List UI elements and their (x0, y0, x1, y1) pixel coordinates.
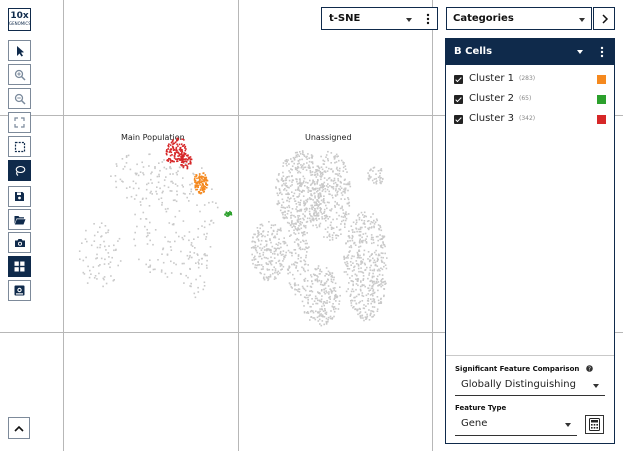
cluster-checkbox[interactable] (454, 95, 463, 104)
zoom-in-icon (14, 69, 26, 81)
screenshot-button[interactable] (8, 232, 31, 253)
select-tool-button[interactable] (8, 40, 31, 61)
feature-comparison-label: Significant Feature Comparison (455, 365, 580, 373)
main-population-label: Main Population (121, 133, 185, 142)
lasso-icon (15, 165, 25, 176)
svg-text:?: ? (588, 367, 591, 372)
calculator-icon (589, 418, 600, 431)
chevron-right-icon (602, 14, 609, 24)
logo-text: 10x (10, 11, 29, 21)
cluster-count: (65) (519, 95, 532, 102)
cluster-row[interactable]: Cluster 1 (283) (454, 73, 606, 87)
main-population-points (110, 153, 171, 200)
next-category-button[interactable] (593, 7, 615, 30)
cluster-color-swatch[interactable] (597, 95, 606, 104)
feature-type-dropdown[interactable]: Gene (455, 413, 577, 436)
main-population-points (78, 222, 122, 288)
feature-type-value: Gene (461, 418, 488, 429)
cluster-color-swatch[interactable] (597, 75, 606, 84)
zoom-in-button[interactable] (8, 64, 31, 85)
unassigned-points (250, 221, 287, 282)
cluster-1-points (193, 172, 209, 195)
feature-comparison-dropdown[interactable]: Globally Distinguishing (455, 375, 605, 396)
box-select-icon (14, 141, 25, 152)
unassigned-points (300, 265, 341, 327)
more-vertical-icon[interactable] (600, 46, 604, 58)
cluster-checkbox[interactable] (454, 115, 463, 124)
more-vertical-icon[interactable] (426, 13, 430, 25)
export-image-icon (14, 285, 25, 296)
unassigned-points (367, 166, 384, 185)
grid-line (432, 0, 433, 451)
export-image-button[interactable] (8, 280, 31, 301)
feature-comparison-value: Globally Distinguishing (461, 379, 576, 390)
category-panel: B Cells Cluster 1 (283) Cluster 2 (65) C… (445, 38, 615, 444)
app-logo: 10x GENOMICS (8, 8, 31, 31)
zoom-out-icon (14, 93, 26, 105)
main-population-points (133, 161, 219, 278)
projection-select-value: t-SNE (329, 13, 361, 24)
cluster-row[interactable]: Cluster 3 (342) (454, 113, 606, 127)
camera-icon (14, 238, 25, 247)
grid-line (63, 0, 64, 451)
help-icon[interactable]: ? (586, 365, 593, 372)
save-icon (15, 192, 24, 201)
cluster-name: Cluster 3 (469, 113, 515, 124)
chevron-down-icon (593, 384, 599, 388)
chevron-down-icon (579, 18, 585, 22)
zoom-out-button[interactable] (8, 88, 31, 109)
chevron-down-icon (565, 423, 571, 427)
feature-type-label: Feature Type (455, 404, 507, 412)
lasso-tool-button[interactable] (8, 160, 31, 181)
open-folder-button[interactable] (8, 209, 31, 230)
cluster-color-swatch[interactable] (597, 115, 606, 124)
grid-layout-icon (14, 261, 25, 272)
category-select-value: Categories (453, 13, 514, 24)
unassigned-label: Unassigned (305, 133, 352, 142)
projection-select[interactable]: t-SNE (321, 7, 438, 30)
cluster-row[interactable]: Cluster 2 (65) (454, 93, 606, 107)
category-panel-header: B Cells (446, 39, 614, 65)
grid-line (238, 0, 239, 451)
unassigned-points (310, 150, 352, 241)
cluster-name: Cluster 2 (469, 93, 515, 104)
fit-to-screen-icon (14, 117, 25, 128)
cluster-count: (283) (519, 75, 536, 82)
category-select[interactable]: Categories (446, 7, 592, 30)
category-panel-title: B Cells (454, 46, 493, 57)
arrow-pointer-icon (16, 45, 24, 56)
save-button[interactable] (8, 186, 31, 207)
calculator-button[interactable] (585, 415, 604, 434)
cluster-checkbox[interactable] (454, 75, 463, 84)
cluster-3-points (180, 152, 193, 170)
unassigned-points (275, 150, 326, 232)
fit-to-screen-button[interactable] (8, 112, 31, 133)
unassigned-points (285, 218, 310, 296)
main-population-points (181, 242, 208, 299)
chevron-down-icon (406, 18, 412, 22)
cluster-name: Cluster 1 (469, 73, 515, 84)
unassigned-points (343, 211, 388, 322)
layout-button[interactable] (8, 256, 31, 277)
cluster-2-points (224, 210, 233, 217)
box-select-button[interactable] (8, 136, 31, 157)
chevron-up-icon (14, 425, 24, 432)
logo-subtext: GENOMICS (9, 21, 31, 26)
cluster-count: (342) (519, 115, 536, 122)
panel-divider (446, 355, 614, 356)
chevron-down-icon[interactable] (577, 50, 583, 54)
folder-open-icon (14, 215, 25, 224)
expand-up-button[interactable] (8, 417, 30, 439)
